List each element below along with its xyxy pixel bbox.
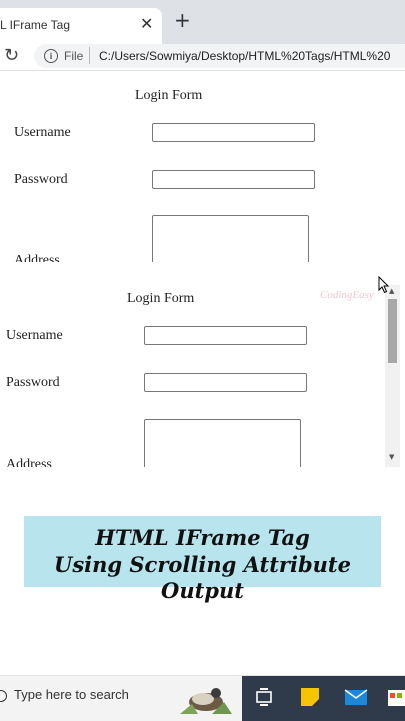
taskbar-app-tray (242, 676, 405, 721)
outer-page-content: Login Form Username Password Address (0, 70, 405, 262)
search-icon (0, 690, 7, 702)
search-highlight-illustration-icon (180, 688, 232, 714)
iframe-scrollbar[interactable]: ▲ ▼ (385, 285, 400, 467)
scheme-label: File (64, 49, 84, 63)
password-field[interactable] (152, 170, 315, 189)
caption-banner: HTML IFrame Tag Using Scrolling Attribut… (24, 516, 381, 603)
address-textarea[interactable] (152, 215, 309, 262)
password-label: Password (14, 172, 68, 187)
watermark: CodingEasy (320, 289, 374, 301)
sticky-notes-icon[interactable] (300, 687, 320, 707)
taskbar: Type here to search (0, 675, 405, 721)
new-tab-button[interactable]: + (174, 10, 191, 30)
scroll-down-arrow-icon[interactable]: ▼ (389, 453, 394, 461)
divider (89, 47, 90, 64)
scrollbar-thumb[interactable] (388, 299, 397, 363)
caption-line-2: Using Scrolling Attribute Output (54, 552, 351, 603)
iframe-username-field[interactable] (144, 326, 307, 345)
info-icon[interactable]: i (44, 49, 58, 63)
mail-icon[interactable] (344, 687, 368, 707)
caption-line-1: HTML IFrame Tag (95, 525, 310, 550)
url-omnibox[interactable]: i File C:/Users/Sowmiya/Desktop/HTML%20T… (34, 44, 405, 68)
iframe-address-textarea[interactable] (144, 419, 301, 467)
tab-title: L IFrame Tag (0, 18, 71, 32)
search-placeholder: Type here to search (14, 687, 129, 702)
page-title: Login Form (135, 88, 203, 103)
browser-tab[interactable]: L IFrame Tag ✕ (0, 8, 162, 44)
task-view-icon[interactable] (256, 687, 274, 707)
taskbar-search-box[interactable]: Type here to search (0, 676, 242, 721)
username-field[interactable] (152, 123, 315, 142)
address-label: Address (14, 253, 60, 262)
iframe-frame[interactable]: Login Form Username Password Address (0, 285, 400, 467)
close-icon[interactable]: ✕ (140, 14, 153, 34)
iframe-address-label: Address (6, 457, 52, 467)
username-label: Username (14, 125, 71, 140)
iframe-username-label: Username (6, 328, 63, 343)
iframe-password-label: Password (6, 375, 60, 390)
reload-icon[interactable]: ↻ (4, 45, 19, 66)
browser-tab-bar: L IFrame Tag ✕ + (0, 0, 405, 44)
iframe-page-title: Login Form (127, 291, 195, 306)
iframe-password-field[interactable] (144, 373, 307, 392)
mouse-cursor-icon (378, 276, 390, 294)
address-bar: ↻ i File C:/Users/Sowmiya/Desktop/HTML%2… (0, 44, 405, 71)
url-text[interactable]: C:/Users/Sowmiya/Desktop/HTML%20Tags/HTM… (99, 49, 390, 63)
store-icon[interactable] (388, 687, 405, 707)
